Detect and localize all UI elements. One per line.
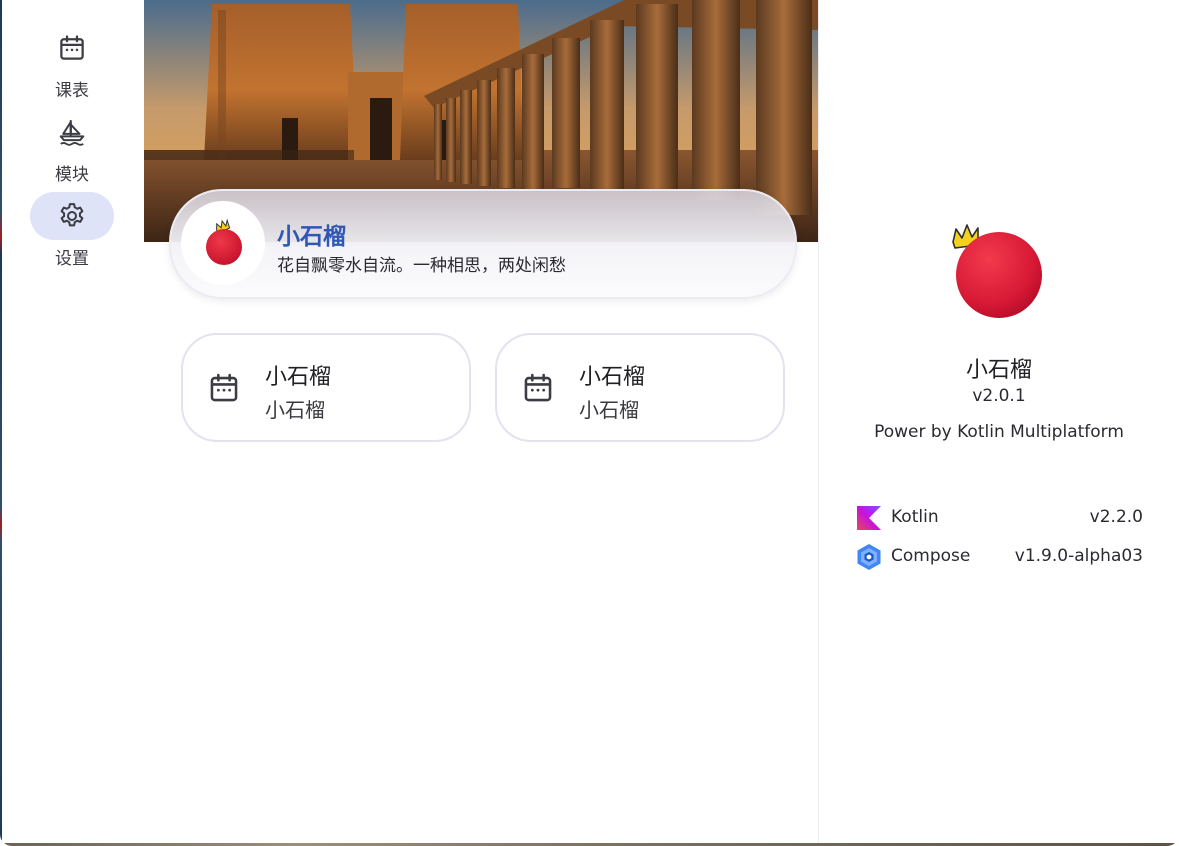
nav-item-modules[interactable]: 模块 <box>22 108 122 188</box>
nav-pill <box>30 108 114 156</box>
nav-pill <box>30 24 114 72</box>
kotlin-logo-icon <box>857 506 881 530</box>
nav-label-settings: 设置 <box>55 249 89 269</box>
library-version: v2.2.0 <box>1089 507 1143 527</box>
about-app-name: 小石榴 <box>965 358 1032 383</box>
library-row-kotlin: Kotlin v2.2.0 <box>855 502 1143 534</box>
profile-motto: 花自飘零水自流。一种相思，两处闲愁 <box>277 256 566 276</box>
calendar-icon <box>60 35 84 60</box>
pomegranate-icon <box>952 224 1042 318</box>
compose-logo-icon <box>857 544 881 570</box>
library-version: v1.9.0-alpha03 <box>1014 546 1143 566</box>
quick-card-title: 小石榴 <box>265 365 332 390</box>
about-panel: 小石榴 v2.0.1 Power by Kotlin Multiplatform… <box>819 0 1179 846</box>
sailboat-icon <box>59 120 85 146</box>
nav-label-modules: 模块 <box>55 165 89 185</box>
library-name: Kotlin <box>891 507 939 527</box>
gear-icon <box>60 203 84 227</box>
quick-card-1[interactable]: 小石榴 小石榴 <box>181 333 471 442</box>
calendar-icon <box>210 373 238 402</box>
profile-card[interactable]: 小石榴 花自飘零水自流。一种相思，两处闲愁 <box>169 189 797 299</box>
calendar-icon <box>524 373 552 402</box>
quick-card-subtitle: 小石榴 <box>579 398 639 422</box>
quick-card-title: 小石榴 <box>579 365 646 390</box>
library-name: Compose <box>891 546 971 566</box>
quick-card-2[interactable]: 小石榴 小石榴 <box>495 333 785 442</box>
quick-card-subtitle: 小石榴 <box>265 398 325 422</box>
about-version: v2.0.1 <box>972 386 1026 406</box>
nav-item-schedule[interactable]: 课表 <box>22 24 122 104</box>
app-window: 课表 模块 设置 小石榴 花自飘零水自流。一种相思，两处闲愁 小石榴 小石榴 小… <box>0 0 1179 846</box>
window-edge <box>0 0 2 846</box>
avatar <box>181 201 265 285</box>
library-row-compose: Compose v1.9.0-alpha03 <box>855 541 1143 573</box>
nav-label-schedule: 课表 <box>55 81 89 101</box>
navigation-rail: 课表 模块 设置 <box>0 0 144 846</box>
nav-pill-active <box>30 192 114 240</box>
profile-name: 小石榴 <box>277 224 346 250</box>
nav-item-settings[interactable]: 设置 <box>22 192 122 272</box>
about-powered-by: Power by Kotlin Multiplatform <box>874 422 1124 442</box>
pomegranate-icon <box>206 218 242 265</box>
